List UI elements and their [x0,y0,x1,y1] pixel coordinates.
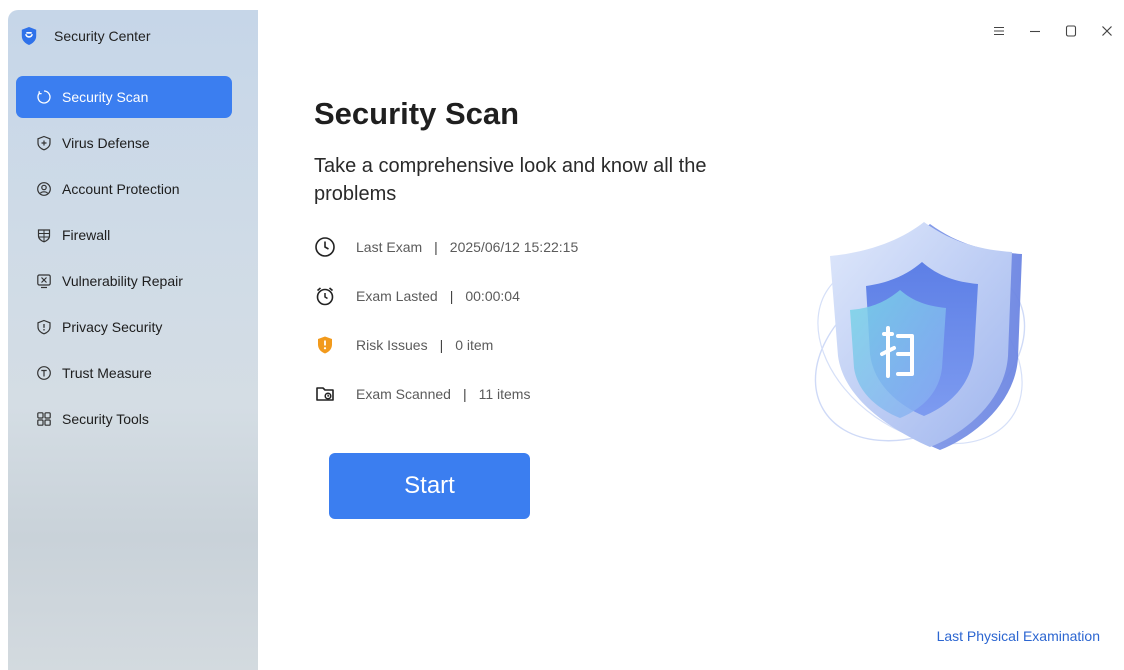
separator: | [462,385,467,402]
sidebar-item-security-tools[interactable]: Security Tools [16,398,232,440]
info-label: Exam Scanned [356,385,451,402]
security-center-logo-icon [20,26,38,46]
risk-shield-icon [314,334,336,356]
sidebar-item-account-protection[interactable]: Account Protection [16,168,232,210]
info-value: 00:00:04 [465,287,520,304]
info-value: 0 item [455,336,494,353]
info-row-exam-scanned: Exam Scanned | 11 items [314,369,578,418]
separator: | [434,238,438,255]
start-button[interactable]: Start [329,453,530,519]
sidebar-item-firewall[interactable]: Firewall [16,214,232,256]
shield-plus-icon [36,135,52,151]
sidebar-item-label: Security Scan [62,89,149,105]
clock-icon [314,236,336,258]
sidebar-item-privacy-security[interactable]: Privacy Security [16,306,232,348]
separator: | [449,287,454,304]
info-value: 11 items [478,385,531,402]
firewall-icon [36,227,52,243]
sidebar-item-vulnerability-repair[interactable]: Vulnerability Repair [16,260,232,302]
scan-icon [36,89,52,105]
scan-info-list: Last Exam | 2025/06/12 15:22:15 Exam Las… [314,222,578,418]
sidebar-item-trust-measure[interactable]: Trust Measure [16,352,232,394]
info-row-risk-issues: Risk Issues | 0 item [314,320,578,369]
main-content: Security Scan Take a comprehensive look … [258,0,1124,670]
separator: | [439,336,444,353]
sidebar-nav: Security Scan Virus Defense Account Prot… [16,76,232,444]
tools-icon [36,411,52,427]
page-title: Security Scan [314,96,520,131]
info-row-exam-lasted: Exam Lasted | 00:00:04 [314,271,578,320]
sidebar-item-virus-defense[interactable]: Virus Defense [16,122,232,164]
alarm-icon [314,285,336,307]
privacy-icon [36,319,52,335]
sidebar-item-label: Vulnerability Repair [62,273,183,289]
sidebar-item-label: Account Protection [62,181,180,197]
sidebar-item-label: Virus Defense [62,135,150,151]
sidebar-item-label: Firewall [62,227,111,243]
account-icon [36,181,52,197]
vulnerability-icon [36,273,52,289]
info-label: Risk Issues [356,336,428,353]
security-shield-illustration [800,218,1050,468]
info-value: 2025/06/12 15:22:15 [449,238,579,255]
app-header: Security Center [20,24,150,48]
sidebar-item-label: Privacy Security [62,319,163,335]
sidebar-item-label: Security Tools [62,411,149,427]
folder-scan-icon [314,383,336,405]
trust-icon [36,365,52,381]
info-label: Exam Lasted [356,287,438,304]
last-physical-examination-link[interactable]: Last Physical Examination [937,628,1100,644]
info-row-last-exam: Last Exam | 2025/06/12 15:22:15 [314,222,578,271]
sidebar: Security Center Security Scan Virus Defe… [8,10,258,670]
page-subtitle: Take a comprehensive look and know all t… [314,155,707,205]
sidebar-item-security-scan[interactable]: Security Scan [16,76,232,118]
info-label: Last Exam [356,238,423,255]
app-title: Security Center [54,28,151,44]
sidebar-item-label: Trust Measure [62,365,152,381]
